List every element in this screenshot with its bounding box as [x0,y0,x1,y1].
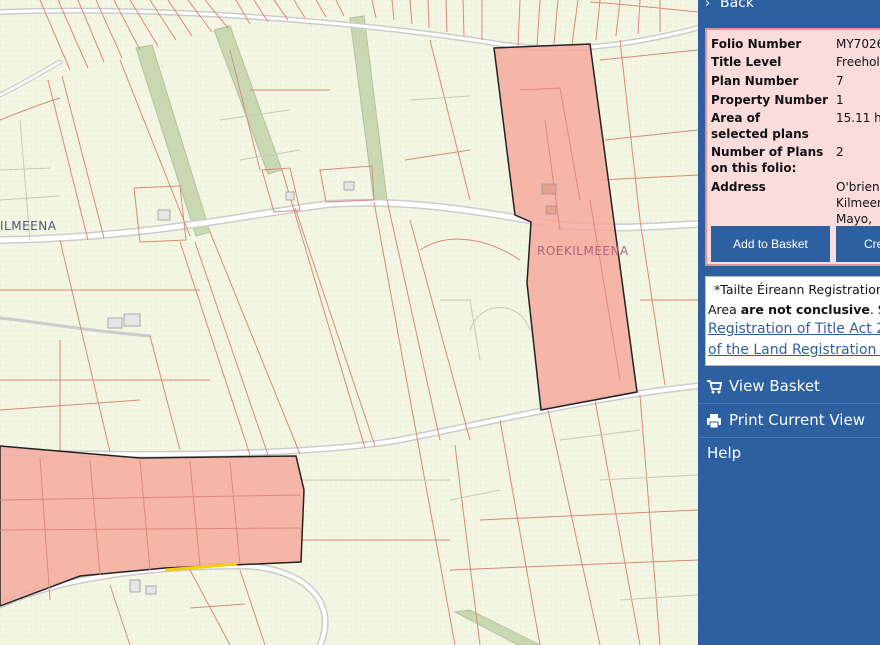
back-label: Back [720,0,754,11]
map-canvas[interactable] [0,0,698,645]
land-registration-rules-link[interactable]: of the Land Registration Ru [708,342,880,358]
map-place-label-ilmeena: ILMEENA [0,219,57,233]
chevron-right-icon: › [705,0,711,11]
help-menu-item[interactable]: Help [698,438,880,471]
create-button[interactable]: Cre [836,226,880,262]
folio-info-card: Folio Number MY7026 Title Level Freehold… [705,28,880,266]
cart-icon [707,380,722,394]
side-panel: › Back Folio Number MY7026 Title Level F… [698,0,880,645]
notice-line-1: *Tailte Éireann Registration Bo [714,282,880,297]
land-registry-map[interactable]: ILMEENA ROEKILMEENA [0,0,698,645]
view-basket-menu-item[interactable]: View Basket [698,371,880,404]
print-current-view-menu-item[interactable]: Print Current View [698,405,880,438]
printer-icon [707,414,721,429]
add-to-basket-button[interactable]: Add to Basket [711,226,830,262]
map-place-label-roekilmeena: ROEKILMEENA [537,244,629,258]
registration-notice: *Tailte Éireann Registration Bo Area are… [705,276,880,366]
back-button[interactable]: › Back [698,0,880,22]
registration-act-link[interactable]: Registration of Title Act 200 [708,321,880,337]
notice-line-2: Area are not conclusive. See S [708,302,880,317]
